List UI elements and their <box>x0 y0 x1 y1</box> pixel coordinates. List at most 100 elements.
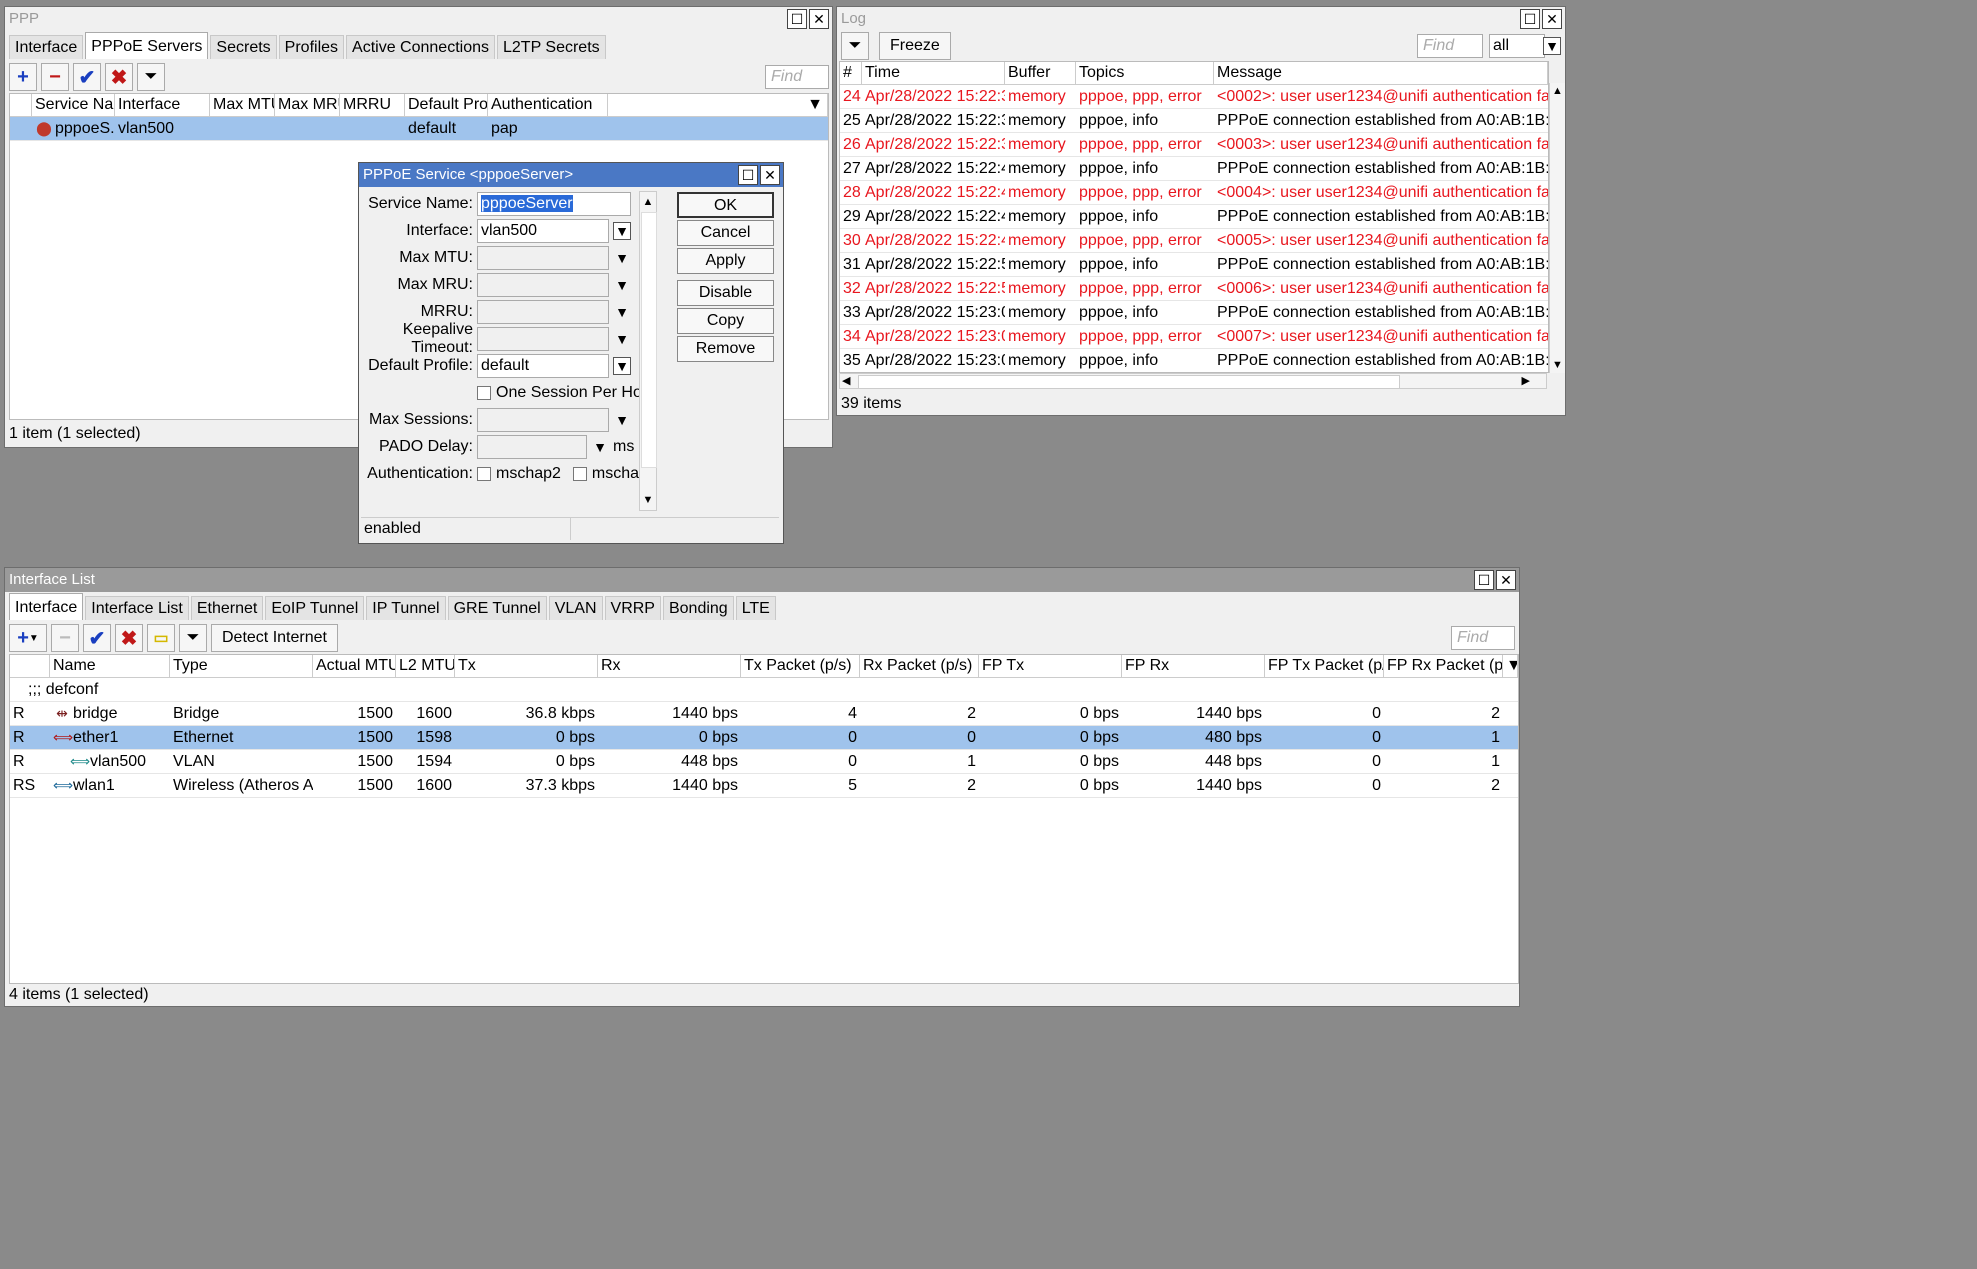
add-icon[interactable]: + <box>9 63 37 91</box>
col-max-mtu[interactable]: Max MTU <box>210 94 275 116</box>
close-icon[interactable]: ✕ <box>1496 570 1516 590</box>
log-row[interactable]: 24 Apr/28/2022 15:22:31 memory pppoe, ppp, … <box>840 85 1548 109</box>
tab-secrets[interactable]: Secrets <box>210 35 277 59</box>
iflist-find-input[interactable]: Find <box>1451 626 1515 650</box>
enable-icon[interactable]: ✔ <box>83 624 111 652</box>
tab-gre-tunnel[interactable]: GRE Tunnel <box>447 596 547 620</box>
table-row[interactable]: RS⟺wlan1Wireless (Atheros AR9...15001600… <box>10 774 1518 798</box>
max-mtu-dropdown-icon[interactable]: ▼ <box>613 249 631 267</box>
tab-vrrp[interactable]: VRRP <box>604 596 661 620</box>
one-session-checkbox[interactable] <box>477 386 491 400</box>
tab-profiles[interactable]: Profiles <box>278 35 345 59</box>
default-profile-dropdown-icon[interactable]: ▼ <box>613 357 631 375</box>
log-row[interactable]: 25 Apr/28/2022 15:22:37 memory pppoe, info P… <box>840 109 1548 133</box>
col-message[interactable]: Message <box>1214 62 1548 84</box>
keepalive-dropdown-icon[interactable]: ▼ <box>613 330 631 348</box>
tab-interface-list[interactable]: Interface List <box>85 596 189 620</box>
mschap1-checkbox[interactable] <box>572 467 587 481</box>
col-fp-rx-packet[interactable]: FP Rx Packet (p/s) <box>1384 655 1503 677</box>
disable-icon[interactable]: ✖ <box>115 624 143 652</box>
tab-l2tp-secrets[interactable]: L2TP Secrets <box>497 35 606 59</box>
col-topics[interactable]: Topics <box>1076 62 1214 84</box>
scroll-down-icon[interactable]: ▼ <box>1550 359 1565 371</box>
close-icon[interactable]: ✕ <box>809 9 829 29</box>
col-name[interactable]: Name <box>50 655 170 677</box>
iflist-titlebar[interactable]: Interface List ☐ ✕ <box>5 568 1519 592</box>
tab-lte[interactable]: LTE <box>735 596 776 620</box>
cancel-button[interactable]: Cancel <box>677 220 774 246</box>
table-row[interactable]: ⬤pppoeS... vlan500 default pap <box>10 117 828 141</box>
add-dropdown-icon[interactable]: + ▼ <box>9 624 47 652</box>
filter-icon[interactable]: ⏷ <box>179 624 207 652</box>
scroll-up-icon[interactable]: ▲ <box>1550 85 1565 97</box>
tab-pppoe-servers[interactable]: PPPoE Servers <box>85 32 209 59</box>
remove-icon[interactable]: − <box>41 63 69 91</box>
pado-delay-input[interactable] <box>477 435 587 459</box>
col-fp-rx[interactable]: FP Rx <box>1122 655 1265 677</box>
log-row[interactable]: 34 Apr/28/2022 15:23:01 memory pppoe, ppp, … <box>840 325 1548 349</box>
scroll-up-icon[interactable]: ▲ <box>640 196 656 208</box>
scroll-thumb[interactable] <box>858 375 1400 389</box>
log-row[interactable]: 31 Apr/28/2022 15:22:55 memory pppoe, info P… <box>840 253 1548 277</box>
pado-delay-dropdown-icon[interactable]: ▼ <box>591 438 609 456</box>
log-row[interactable]: 33 Apr/28/2022 15:23:01 memory pppoe, info P… <box>840 301 1548 325</box>
scroll-down-icon[interactable]: ▼ <box>640 494 656 506</box>
close-icon[interactable]: ✕ <box>1542 9 1562 29</box>
keepalive-input[interactable] <box>477 327 609 351</box>
col-rx-packet[interactable]: Rx Packet (p/s) <box>860 655 979 677</box>
remove-button[interactable]: Remove <box>677 336 774 362</box>
maximize-icon[interactable]: ☐ <box>738 165 758 185</box>
tab-eoip-tunnel[interactable]: EoIP Tunnel <box>265 596 365 620</box>
col-default-profile[interactable]: Default Profile <box>405 94 488 116</box>
col-time[interactable]: Time <box>862 62 1005 84</box>
maximize-icon[interactable]: ☐ <box>1520 9 1540 29</box>
interface-select[interactable]: vlan500 <box>477 219 609 243</box>
dialog-scrollbar[interactable]: ▲ ▼ <box>639 191 657 511</box>
remove-icon[interactable]: − <box>51 624 79 652</box>
table-row[interactable]: R ⇹ bridge Bridge 1500 1600 36.8 kbps 1440 bps 4… <box>10 702 1518 726</box>
log-row[interactable]: 29 Apr/28/2022 15:22:49 memory pppoe, info P… <box>840 205 1548 229</box>
disable-button[interactable]: Disable <box>677 280 774 306</box>
col-max-mru[interactable]: Max MRU <box>275 94 340 116</box>
max-sessions-dropdown-icon[interactable]: ▼ <box>613 411 631 429</box>
table-row[interactable]: R ⟺ether1 Ethernet 1500 1598 0 bps 0 bps 0 0 0 bp… <box>10 726 1518 750</box>
col-tx-packet[interactable]: Tx Packet (p/s) <box>741 655 860 677</box>
col-interface[interactable]: Interface <box>115 94 210 116</box>
tab-bonding[interactable]: Bonding <box>662 596 734 620</box>
filter-dropdown-icon[interactable]: ▼ <box>1543 37 1561 55</box>
col-service-name[interactable]: Service Na... / <box>32 94 115 116</box>
max-mru-dropdown-icon[interactable]: ▼ <box>613 276 631 294</box>
columns-dropdown-icon[interactable]: ▼ <box>1503 655 1518 677</box>
freeze-button[interactable]: Freeze <box>879 32 951 60</box>
service-name-input[interactable]: pppoeServer <box>477 192 631 216</box>
tab-interface[interactable]: Interface <box>9 593 84 620</box>
mschap2-checkbox[interactable] <box>477 467 491 481</box>
table-row[interactable]: R ⟺vlan500 VLAN 1500 1594 0 bps 448 bps 0 1 0 bps… <box>10 750 1518 774</box>
col-fp-tx[interactable]: FP Tx <box>979 655 1122 677</box>
comment-icon[interactable]: ▭ <box>147 624 175 652</box>
col-number[interactable]: # <box>840 62 862 84</box>
close-icon[interactable]: ✕ <box>760 165 780 185</box>
log-titlebar[interactable]: Log ☐ ✕ <box>837 7 1565 31</box>
col-rx[interactable]: Rx <box>598 655 741 677</box>
filter-icon[interactable]: ⏷ <box>137 63 165 91</box>
disable-icon[interactable]: ✖ <box>105 63 133 91</box>
log-filter-select[interactable]: all <box>1489 34 1545 58</box>
log-find-input[interactable]: Find <box>1417 34 1483 58</box>
tab-interface[interactable]: Interface <box>9 35 84 59</box>
detect-internet-button[interactable]: Detect Internet <box>211 624 338 652</box>
filter-icon[interactable]: ⏷ <box>841 32 869 60</box>
tab-ip-tunnel[interactable]: IP Tunnel <box>366 596 446 620</box>
col-buffer[interactable]: Buffer <box>1005 62 1076 84</box>
log-row[interactable]: 26 Apr/28/2022 15:22:37 memory pppoe, ppp, … <box>840 133 1548 157</box>
max-sessions-input[interactable] <box>477 408 609 432</box>
mrru-input[interactable] <box>477 300 609 324</box>
ok-button[interactable]: OK <box>677 192 774 218</box>
log-row[interactable]: 30 Apr/28/2022 15:22:49 memory pppoe, ppp, … <box>840 229 1548 253</box>
col-actual-mtu[interactable]: Actual MTU <box>313 655 396 677</box>
columns-dropdown-icon[interactable]: ▼ <box>608 94 828 116</box>
max-mru-input[interactable] <box>477 273 609 297</box>
scroll-thumb[interactable] <box>641 212 657 468</box>
ppp-titlebar[interactable]: PPP ☐ ✕ <box>5 7 832 31</box>
log-row[interactable]: 27 Apr/28/2022 15:22:43 memory pppoe, info P… <box>840 157 1548 181</box>
